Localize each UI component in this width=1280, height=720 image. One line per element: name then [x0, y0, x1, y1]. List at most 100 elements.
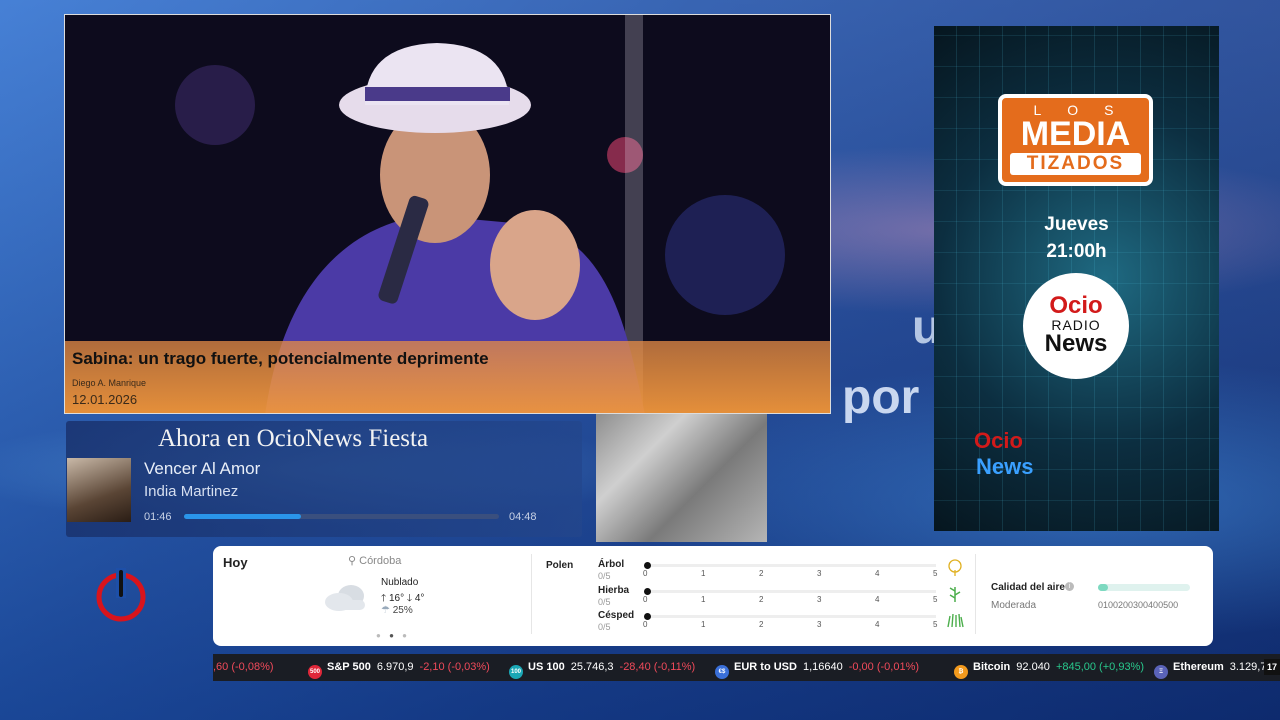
pollen-value: 0/5 — [598, 571, 611, 581]
elapsed-time: 01:46 — [144, 511, 172, 523]
ticker-change: +845,00 (+0,93%) — [1055, 661, 1145, 673]
album-cover — [67, 458, 131, 522]
article-author: Diego A. Manrique — [72, 378, 147, 388]
los-mediatizados-logo: LOS MEDIA TIZADOS — [998, 94, 1153, 186]
ticker-symbol-icon: 100 — [509, 665, 523, 679]
pollen-tick-label: 4 — [875, 620, 880, 629]
small-logo-news: News — [976, 454, 1034, 479]
pollen-tick-label: 0 — [643, 595, 648, 604]
info-icon[interactable]: i — [1065, 582, 1074, 591]
pollen-marker — [644, 588, 651, 595]
weather-condition: Nublado — [381, 577, 419, 588]
ticker-item[interactable]: ₿ Bitcoin 92.040 +845,00 (+0,93%) — [954, 661, 1144, 679]
total-time: 04:48 — [509, 511, 537, 523]
logo-tizados: TIZADOS — [1010, 153, 1141, 175]
pollen-track — [646, 564, 936, 567]
progress-fill — [184, 514, 301, 519]
ticker-item[interactable]: €$ EUR to USD 1,16640 -0,00 (-0,01%) — [715, 661, 919, 679]
market-ticker: ,60 (-0,08%) 500 S&P 500 6.970,9 -2,10 (-0,0… — [213, 654, 1280, 681]
pollen-row-arbol: Árbol 0/5 0 1 2 3 4 5 — [598, 559, 968, 583]
herb-icon — [949, 587, 961, 602]
pollen-tick-label: 3 — [817, 620, 822, 629]
article-caption: Sabina: un trago fuerte, potencialmente … — [65, 341, 830, 413]
pollen-tick-label: 2 — [759, 595, 764, 604]
article-date: 12.01.2026 — [72, 392, 138, 407]
rain-value: 25% — [392, 605, 413, 616]
weather-widget: Hoy ⚲ Córdoba Nublado 🡑 16° 🡓 4° ☂ 25% ●… — [213, 546, 1213, 646]
logo-media: MEDIA — [1020, 115, 1131, 153]
air-quality-fill — [1098, 584, 1108, 591]
tree-icon — [948, 559, 962, 576]
pollen-track — [646, 590, 936, 593]
pagination-dots[interactable]: ● ● ● — [376, 631, 410, 640]
show-hour: 21:00h — [1046, 241, 1107, 262]
cloud-icon — [325, 585, 365, 611]
show-poster: LOS MEDIA TIZADOS Jueves 21:00h Ocio RAD… — [934, 26, 1219, 531]
pollen-name: Árbol — [598, 559, 625, 570]
rain-chance: ☂ 25% — [381, 605, 413, 616]
ticker-symbol-icon: ₿ — [954, 665, 968, 679]
ticker-symbol-icon: 500 — [308, 665, 322, 679]
air-quality-bar — [1098, 584, 1190, 591]
progress-bar[interactable] — [184, 514, 499, 519]
now-playing-title: Ahora en OcioNews Fiesta — [158, 425, 429, 452]
ticker-price: 25.746,3 — [570, 661, 614, 673]
ticker-symbol-icon: Ξ — [1154, 665, 1168, 679]
divider — [975, 554, 976, 634]
tradingview-logo-icon[interactable]: 17 — [1264, 659, 1280, 675]
pollen-tick-label: 1 — [701, 620, 706, 629]
ticker-item[interactable]: 100 US 100 25.746,3 -28,40 (-0,11%) — [509, 661, 695, 679]
pollen-tick-label: 4 — [875, 595, 880, 604]
pollen-tick-label: 5 — [933, 595, 938, 604]
pollen-tick-label: 3 — [817, 595, 822, 604]
air-quality-scale: 0100200300400500 — [1098, 600, 1179, 610]
background-text-por: por — [842, 371, 920, 424]
pollen-name: Césped — [598, 610, 635, 621]
ticker-item[interactable]: ,60 (-0,08%) — [213, 661, 274, 673]
small-logo-ocio: Ocio — [974, 428, 1023, 453]
pollen-value: 0/5 — [598, 622, 611, 632]
pollen-tick-label: 4 — [875, 569, 880, 578]
ticker-price: 3.129,7 — [1229, 661, 1267, 673]
song-title: Vencer Al Amor — [144, 459, 261, 478]
featured-article[interactable]: Sabina: un trago fuerte, potencialmente … — [64, 14, 831, 414]
pollen-label: Polen — [546, 560, 574, 571]
pollen-track — [646, 615, 936, 618]
ticker-name: EUR to USD — [734, 661, 797, 673]
logo-ocio: Ocio — [1049, 292, 1103, 319]
ocio-radio-news-logo: Ocio RADIO News — [1023, 273, 1129, 379]
weather-day: Hoy — [223, 555, 248, 570]
article-headline[interactable]: Sabina: un trago fuerte, potencialmente … — [72, 349, 823, 369]
location-name: Córdoba — [359, 555, 402, 567]
grass-icon — [947, 613, 964, 628]
pollen-tick-label: 5 — [933, 569, 938, 578]
ticker-change: -0,00 (-0,01%) — [848, 661, 920, 673]
ticker-price: 1,16640 — [802, 661, 843, 673]
pollen-tick-label: 0 — [643, 569, 648, 578]
pollen-marker — [644, 613, 651, 620]
pollen-tick-label: 0 — [643, 620, 648, 629]
pollen-marker — [644, 562, 651, 569]
ticker-item[interactable]: 500 S&P 500 6.970,9 -2,10 (-0,03%) — [308, 661, 490, 679]
pollen-row-cesped: Césped 0/5 0 1 2 3 4 5 — [598, 610, 968, 634]
power-icon[interactable] — [94, 566, 148, 624]
show-day: Jueves — [1044, 214, 1109, 235]
weather-location: ⚲ Córdoba — [348, 555, 402, 567]
pollen-tick-label: 1 — [701, 569, 706, 578]
ticker-item[interactable]: Ξ Ethereum 3.129,7 — [1154, 661, 1266, 679]
pollen-name: Hierba — [598, 585, 630, 596]
ticker-symbol-icon: €$ — [715, 665, 729, 679]
pollen-row-hierba: Hierba 0/5 0 1 2 3 4 5 — [598, 585, 968, 609]
pollen-tick-label: 1 — [701, 595, 706, 604]
artist-name: India Martinez — [144, 483, 239, 500]
ticker-price: 6.970,9 — [376, 661, 414, 673]
umbrella-icon: ☂ — [381, 605, 390, 616]
divider — [531, 554, 532, 634]
ticker-change: -2,10 (-0,03%) — [419, 661, 490, 673]
ticker-change: ,60 (-0,08%) — [213, 661, 274, 673]
air-quality-value: Moderada — [991, 600, 1037, 611]
pollen-tick-label: 3 — [817, 569, 822, 578]
pollen-tick-label: 2 — [759, 620, 764, 629]
ticker-name: Ethereum — [1173, 661, 1224, 673]
air-quality-label: Calidad del aire — [991, 582, 1065, 593]
